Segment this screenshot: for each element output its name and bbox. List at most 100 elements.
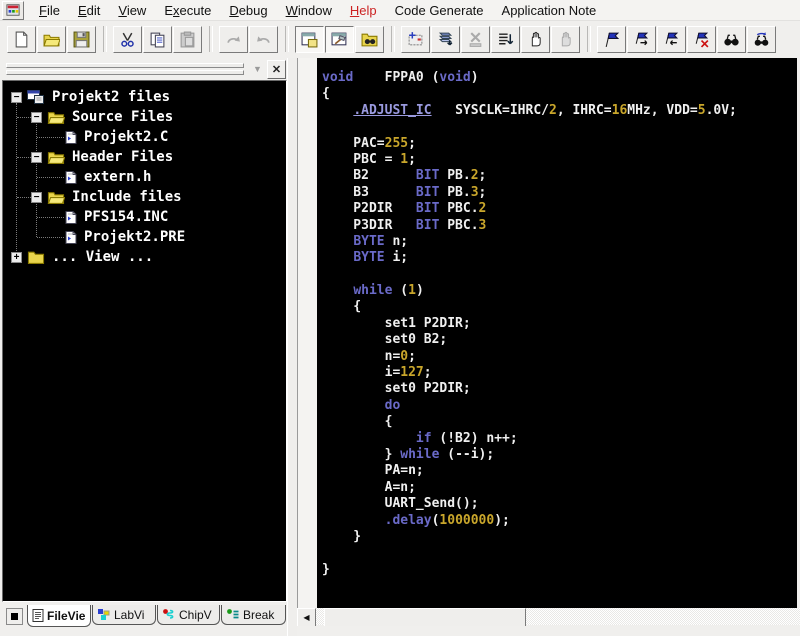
code-editor[interactable]: void FPPA0 (void){ .ADJUST_IC SYSCLK=IHR… [317, 58, 797, 608]
code-token: PB. [439, 168, 470, 183]
menu-item-view[interactable]: View [109, 3, 155, 18]
workspace-window-button[interactable] [295, 26, 324, 53]
tree-item-view[interactable]: + ... View ... [3, 247, 286, 267]
menu-item-file[interactable]: File [30, 3, 69, 18]
menu-item-code-generate[interactable]: Code Generate [386, 3, 493, 18]
code-token: { [322, 86, 330, 101]
tree-item-include-files[interactable]: −Include files [3, 187, 286, 207]
tree-item-pfs154-inc[interactable]: PFS154.INC [3, 207, 286, 227]
folder-open-icon [47, 110, 65, 124]
menu-accelerator: D [229, 3, 238, 18]
code-line: A=n; [322, 480, 797, 496]
code-line: } [322, 562, 797, 578]
tree-item-projekt2-files[interactable]: − Projekt2 files [3, 87, 286, 107]
build-window-icon [331, 31, 348, 48]
flag-next-button[interactable] [627, 26, 656, 53]
find-in-files-button[interactable] [355, 26, 384, 53]
code-line: do [322, 398, 797, 414]
menu-item-execute[interactable]: Execute [155, 3, 220, 18]
tab-filevie[interactable]: FileVie [27, 605, 91, 627]
ic-grid-icon [407, 31, 424, 48]
code-line: PBC = 1; [322, 152, 797, 168]
scroll-left-arrow-button[interactable]: ◀ [297, 608, 316, 627]
tree-expand-toggle[interactable]: − [31, 192, 42, 203]
copy-pages-button[interactable] [143, 26, 172, 53]
tree-expand-toggle[interactable]: − [31, 112, 42, 123]
code-token [322, 250, 353, 265]
tree-item-extern-h[interactable]: extern.h [3, 167, 286, 187]
tree-item-projekt2-c[interactable]: Projekt2.C [3, 127, 286, 147]
flag-button[interactable] [597, 26, 626, 53]
open-folder-button[interactable] [37, 26, 66, 53]
scrollbar-thumb[interactable] [324, 608, 526, 627]
compile-stack-icon [437, 31, 454, 48]
tree-item-projekt2-pre[interactable]: Projekt2.PRE [3, 227, 286, 247]
editor-margin [297, 58, 317, 608]
tree-expand-toggle[interactable]: − [31, 152, 42, 163]
system-menu-button[interactable] [2, 1, 24, 20]
code-line: void FPPA0 (void) [322, 70, 797, 86]
code-token: 255 [385, 136, 408, 151]
close-button[interactable]: ✕ [267, 60, 286, 79]
tab-label: LabVi [114, 608, 144, 622]
scrollbar-track[interactable] [316, 608, 800, 625]
code-token: } [322, 447, 400, 462]
toolbar-separator [587, 26, 591, 52]
hand-button[interactable] [521, 26, 550, 53]
menu-accelerator: V [118, 3, 126, 18]
file-view-panel: ▼✕ −Projekt2 files−Source FilesProjekt2.… [2, 58, 287, 636]
tree-expand-toggle[interactable]: − [11, 92, 22, 103]
code-token: 127 [400, 365, 423, 380]
tree-item-label: Projekt2 files [52, 87, 170, 107]
new-document-button[interactable] [7, 26, 36, 53]
tree-expand-toggle[interactable]: + [11, 252, 22, 263]
compile-stack-button[interactable] [431, 26, 460, 53]
code-token: BYTE [353, 234, 384, 249]
tab-break[interactable]: Break [221, 605, 286, 625]
panel-tab-bar: FileVie LabVi ChipV Break [2, 602, 287, 630]
tree-item-label: extern.h [84, 167, 151, 187]
file-icon [65, 230, 77, 245]
tab-label: ChipV [179, 608, 212, 622]
menu-item-edit[interactable]: Edit [69, 3, 109, 18]
menu-item-debug[interactable]: Debug [220, 3, 276, 18]
cut-scissors-button[interactable] [113, 26, 142, 53]
panel-square-button[interactable] [6, 608, 23, 625]
dropdown-arrow-button[interactable]: ▼ [249, 61, 266, 78]
editor-horizontal-scrollbar: ◀ [297, 608, 800, 626]
tab-labvi[interactable]: LabVi [92, 605, 156, 625]
code-token: while [400, 447, 439, 462]
sort-list-button[interactable] [491, 26, 520, 53]
code-line: i=127; [322, 365, 797, 381]
code-line [322, 119, 797, 135]
tab-chipv[interactable]: ChipV [157, 605, 220, 625]
ic-grid-button[interactable] [401, 26, 430, 53]
menu-item-help[interactable]: Help [341, 3, 386, 18]
paste-clipboard-icon [179, 31, 196, 48]
tree-item-header-files[interactable]: −Header Files [3, 147, 286, 167]
flag-prev-button[interactable] [657, 26, 686, 53]
menu-item-window[interactable]: Window [277, 3, 341, 18]
menu-item-application-note[interactable]: Application Note [493, 3, 606, 18]
code-token: 2 [471, 168, 479, 183]
code-token: MHz, VDD= [627, 103, 697, 118]
new-document-icon [13, 31, 30, 48]
flag-clear-button[interactable] [687, 26, 716, 53]
code-line: set0 P2DIR; [322, 381, 797, 397]
code-line: { [322, 299, 797, 315]
code-token: (--i); [439, 447, 494, 462]
binoculars-button[interactable] [717, 26, 746, 53]
save-floppy-button[interactable] [67, 26, 96, 53]
code-token [322, 103, 353, 118]
code-token: B3 [322, 185, 416, 200]
tree-connector-stub [17, 117, 31, 118]
tree-item-source-files[interactable]: −Source Files [3, 107, 286, 127]
code-token [322, 431, 416, 446]
build-window-button[interactable] [325, 26, 354, 53]
tree-item-label: Projekt2.PRE [84, 227, 185, 247]
panel-gripper[interactable] [6, 61, 244, 77]
binoculars-next-button[interactable] [747, 26, 776, 53]
tree-item-label: ... View ... [52, 247, 153, 267]
toolbar-separator [103, 26, 107, 52]
code-token: PB. [439, 185, 470, 200]
